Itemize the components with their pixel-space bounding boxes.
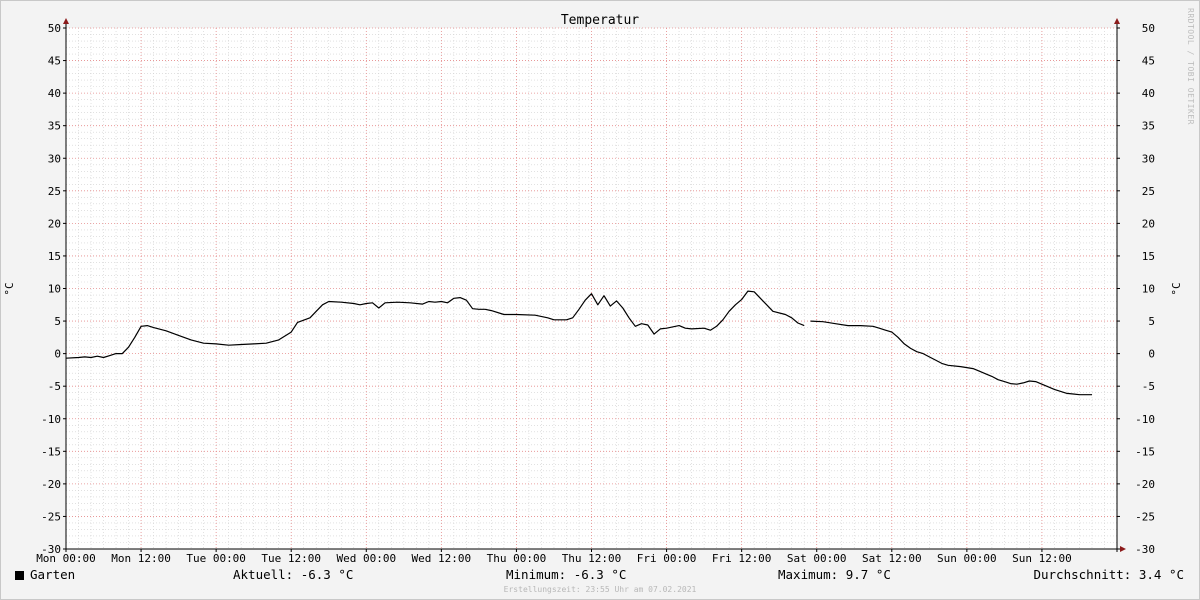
y-tick-label-right: 35 bbox=[1142, 120, 1155, 133]
y-tick-label-right: 50 bbox=[1142, 22, 1155, 35]
y-tick-label-right: 25 bbox=[1142, 185, 1155, 198]
y-tick-label-right: 5 bbox=[1148, 315, 1155, 328]
y-tick-label-left: 45 bbox=[48, 55, 61, 68]
x-tick-label: Sat 00:00 bbox=[787, 552, 847, 565]
x-tick-label: Wed 00:00 bbox=[336, 552, 396, 565]
y-axis-label-left: °C bbox=[3, 282, 16, 295]
y-tick-label-left: 15 bbox=[48, 250, 61, 263]
x-tick-label: Sun 00:00 bbox=[937, 552, 997, 565]
x-tick-label: Tue 00:00 bbox=[186, 552, 246, 565]
y-tick-labels-right: 50454035302520151050-5-10-15-20-25-30 bbox=[1135, 22, 1155, 556]
y-tick-label-left: -15 bbox=[41, 445, 61, 458]
y-tick-label-left: -10 bbox=[41, 413, 61, 426]
y-tick-label-right: -20 bbox=[1135, 478, 1155, 491]
y-tick-label-right: -5 bbox=[1142, 380, 1155, 393]
y-tick-label-left: -20 bbox=[41, 478, 61, 491]
y-axis-label-right: °C bbox=[1170, 282, 1183, 295]
y-tick-label-right: 30 bbox=[1142, 152, 1155, 165]
temperature-chart: 50454035302520151050-5-10-15-20-25-30 50… bbox=[3, 13, 1183, 565]
y-axis-arrow-left-icon bbox=[63, 18, 69, 24]
y-axis-arrow-right-icon bbox=[1114, 18, 1120, 24]
legend-durchschnitt: Durchschnitt: 3.4 °C bbox=[1033, 567, 1184, 582]
y-tick-label-left: 35 bbox=[48, 120, 61, 133]
legend-series: Garten bbox=[15, 567, 75, 582]
chart-title: Temperatur bbox=[561, 13, 639, 28]
y-tick-label-left: 50 bbox=[48, 22, 61, 35]
y-tick-label-left: 10 bbox=[48, 283, 61, 296]
y-tick-label-right: 45 bbox=[1142, 55, 1155, 68]
y-tick-label-left: -5 bbox=[48, 380, 61, 393]
y-tick-label-left: 20 bbox=[48, 217, 61, 230]
x-tick-label: Wed 12:00 bbox=[412, 552, 472, 565]
x-tick-label: Tue 12:00 bbox=[261, 552, 321, 565]
y-tick-label-left: 0 bbox=[54, 348, 61, 361]
x-axis-arrow-icon bbox=[1120, 546, 1126, 552]
x-tick-label: Sat 12:00 bbox=[862, 552, 922, 565]
legend-maximum: Maximum: 9.7 °C bbox=[778, 567, 891, 582]
y-tick-label-right: -25 bbox=[1135, 510, 1155, 523]
watermark: RRDTOOL / TOBI OETIKER bbox=[1186, 8, 1195, 125]
y-tick-label-right: 20 bbox=[1142, 217, 1155, 230]
x-tick-label: Fri 12:00 bbox=[712, 552, 772, 565]
x-tick-label: Mon 12:00 bbox=[111, 552, 171, 565]
y-tick-labels-left: 50454035302520151050-5-10-15-20-25-30 bbox=[41, 22, 61, 556]
y-tick-label-right: 0 bbox=[1148, 348, 1155, 361]
y-tick-label-left: 25 bbox=[48, 185, 61, 198]
x-tick-label: Mon 00:00 bbox=[36, 552, 96, 565]
legend-swatch bbox=[15, 571, 24, 580]
y-tick-label-left: 30 bbox=[48, 152, 61, 165]
y-tick-label-right: -15 bbox=[1135, 445, 1155, 458]
y-tick-label-right: 40 bbox=[1142, 87, 1155, 100]
y-tick-label-right: -10 bbox=[1135, 413, 1155, 426]
x-tick-label: Thu 12:00 bbox=[562, 552, 622, 565]
y-tick-label-left: 40 bbox=[48, 87, 61, 100]
x-tick-label: Sun 12:00 bbox=[1012, 552, 1072, 565]
x-tick-labels: Mon 00:00 Mon 12:00 Tue 00:00 Tue 12:00 Wed … bbox=[36, 552, 1072, 565]
y-tick-label-right: -30 bbox=[1135, 543, 1155, 556]
x-tick-label: Fri 00:00 bbox=[637, 552, 697, 565]
legend-series-name: Garten bbox=[30, 567, 76, 582]
legend-minimum: Minimum: -6.3 °C bbox=[506, 567, 627, 582]
y-tick-label-right: 15 bbox=[1142, 250, 1155, 263]
y-tick-label-right: 10 bbox=[1142, 283, 1155, 296]
footer-timestamp: Erstellungszeit: 23:55 Uhr am 07.02.2021 bbox=[503, 585, 697, 594]
x-tick-label: Thu 00:00 bbox=[487, 552, 547, 565]
y-tick-label-left: -25 bbox=[41, 510, 61, 523]
legend-aktuell: Aktuell: -6.3 °C bbox=[233, 567, 354, 582]
y-tick-label-left: 5 bbox=[54, 315, 61, 328]
